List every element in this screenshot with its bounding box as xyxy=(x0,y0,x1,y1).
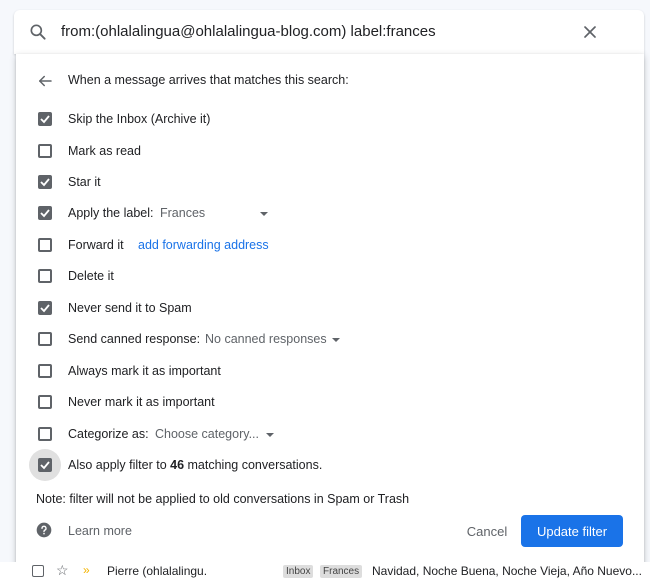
canned-response-checkbox[interactable] xyxy=(38,332,52,346)
never-important-checkbox[interactable] xyxy=(38,395,52,409)
row-subject: Navidad, Noche Buena, Noche Vieja, Año N… xyxy=(372,564,642,578)
label-chip-frances[interactable]: Frances xyxy=(320,565,363,578)
filter-header: When a message arrives that matches this… xyxy=(16,70,644,92)
option-always-important: Always mark it as important xyxy=(16,360,644,384)
never-important-label: Never mark it as important xyxy=(68,395,215,409)
search-icon[interactable] xyxy=(28,22,48,42)
filter-header-text: When a message arrives that matches this… xyxy=(68,73,349,87)
option-apply-label: Apply the label: Frances xyxy=(16,202,644,226)
option-canned-response: Send canned response: No canned response… xyxy=(16,328,644,352)
categorize-label: Categorize as: xyxy=(68,427,149,441)
option-mark-as-read: Mark as read xyxy=(16,140,644,164)
row-sender: Pierre (ohlalalingu. xyxy=(107,564,208,578)
search-input[interactable]: from:(ohlalalingua@ohlalalingua-blog.com… xyxy=(61,23,436,40)
category-select-value: Choose category... xyxy=(155,427,259,441)
mark-as-read-checkbox[interactable] xyxy=(38,144,52,158)
canned-response-select[interactable]: No canned responses xyxy=(205,328,345,352)
option-never-spam: Never send it to Spam xyxy=(16,297,644,321)
mark-as-read-label: Mark as read xyxy=(68,144,141,158)
option-never-important: Never mark it as important xyxy=(16,391,644,415)
skip-inbox-label: Skip the Inbox (Archive it) xyxy=(68,112,211,126)
category-select[interactable]: Choose category... xyxy=(155,423,277,447)
apply-to-existing-checkbox[interactable] xyxy=(38,458,52,472)
never-spam-label: Never send it to Spam xyxy=(68,301,192,315)
star-icon[interactable]: ☆ xyxy=(56,562,69,578)
apply-to-existing-suffix: matching conversations. xyxy=(184,458,323,472)
learn-more-link[interactable]: Learn more xyxy=(68,524,132,538)
option-forward-it: Forward it add forwarding address xyxy=(16,234,644,258)
help-icon[interactable] xyxy=(36,522,52,538)
skip-inbox-checkbox[interactable] xyxy=(38,112,52,126)
delete-it-checkbox[interactable] xyxy=(38,269,52,283)
always-important-label: Always mark it as important xyxy=(68,364,221,378)
chevron-down-icon xyxy=(260,212,268,216)
add-forwarding-address-link[interactable]: add forwarding address xyxy=(138,238,269,252)
close-icon[interactable] xyxy=(580,22,600,42)
option-categorize: Categorize as: Choose category... xyxy=(16,423,644,447)
delete-it-label: Delete it xyxy=(68,269,114,283)
email-list-row[interactable]: ☆ » Pierre (ohlalalingu. Inbox Frances N… xyxy=(0,562,650,580)
star-it-checkbox[interactable] xyxy=(38,175,52,189)
cancel-button[interactable]: Cancel xyxy=(456,515,518,547)
never-spam-checkbox[interactable] xyxy=(38,301,52,315)
option-apply-to-existing: Also apply filter to 46 matching convers… xyxy=(16,449,644,481)
apply-to-existing-label: Also apply filter to 46 matching convers… xyxy=(68,458,322,472)
apply-label-checkbox[interactable] xyxy=(38,206,52,220)
apply-to-existing-prefix: Also apply filter to xyxy=(68,458,171,472)
categorize-checkbox[interactable] xyxy=(38,427,52,441)
chevron-down-icon xyxy=(332,338,340,342)
canned-response-select-value: No canned responses xyxy=(205,332,327,346)
forward-it-checkbox[interactable] xyxy=(38,238,52,252)
important-marker-icon[interactable]: » xyxy=(83,562,90,578)
chevron-down-icon xyxy=(266,433,274,437)
update-filter-button[interactable]: Update filter xyxy=(521,515,623,547)
label-select-value: Frances xyxy=(160,206,206,220)
matching-count: 46 xyxy=(170,458,185,472)
always-important-checkbox[interactable] xyxy=(38,364,52,378)
forward-it-label: Forward it xyxy=(68,238,124,252)
filter-panel: When a message arrives that matches this… xyxy=(16,54,644,568)
row-checkbox[interactable] xyxy=(32,565,44,577)
filter-note: Note: filter will not be applied to old … xyxy=(36,492,410,506)
apply-label-label: Apply the label: xyxy=(68,206,154,220)
option-skip-inbox: Skip the Inbox (Archive it) xyxy=(16,108,644,132)
label-chip-inbox[interactable]: Inbox xyxy=(283,565,314,578)
arrow-back-icon[interactable] xyxy=(36,72,54,90)
option-delete-it: Delete it xyxy=(16,265,644,289)
canned-response-label: Send canned response: xyxy=(68,332,201,346)
search-bar: from:(ohlalalingua@ohlalalingua-blog.com… xyxy=(14,10,644,54)
label-select[interactable]: Frances xyxy=(160,202,272,226)
option-star-it: Star it xyxy=(16,171,644,195)
star-it-label: Star it xyxy=(68,175,101,189)
